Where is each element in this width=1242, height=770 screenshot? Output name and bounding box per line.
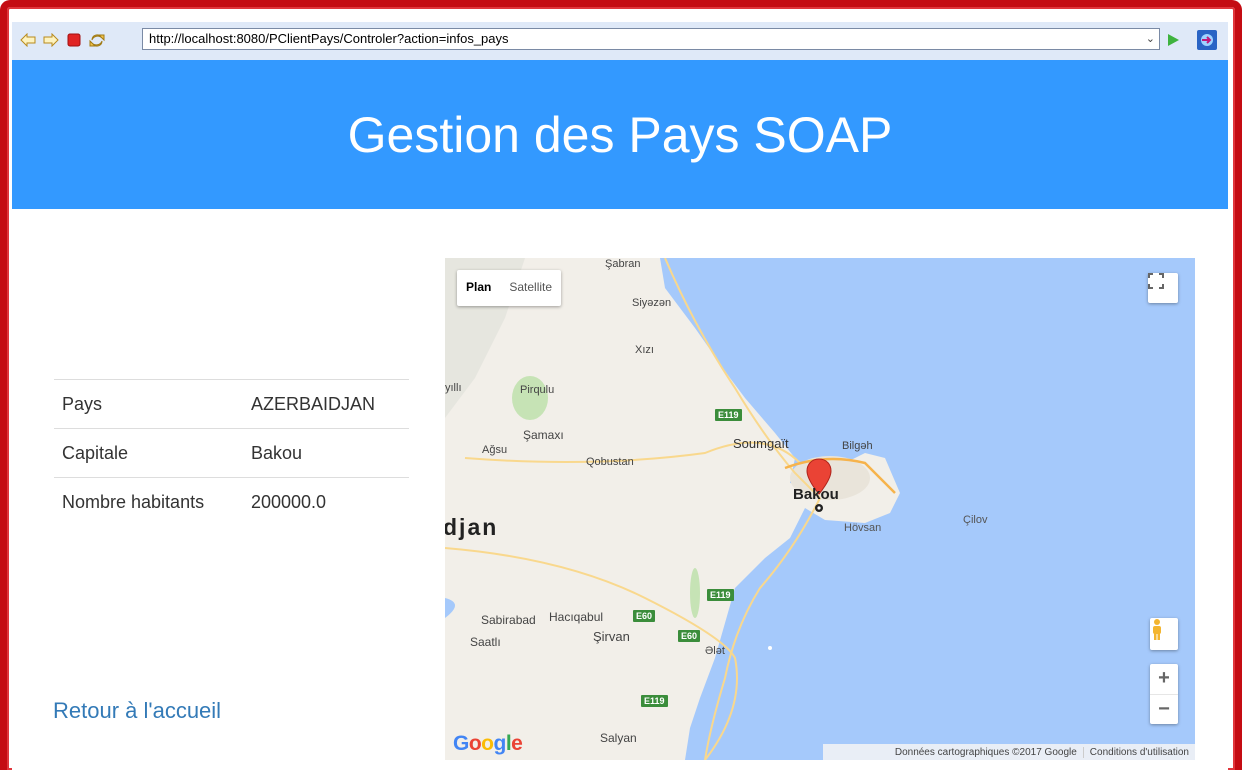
row-value: 200000.0 (240, 477, 409, 526)
map-type-control[interactable]: Plan Satellite (457, 270, 562, 306)
forward-button[interactable] (42, 31, 60, 49)
map-label: Çilov (963, 514, 988, 526)
map-label: Pirqulu (520, 384, 555, 396)
road-badge: E60 (633, 610, 656, 622)
stop-icon (67, 33, 81, 47)
road-badge: E119 (715, 409, 742, 421)
map-attribution: Données cartographiques ©2017 Google Con… (823, 744, 1195, 760)
map-label: Qobustan (586, 456, 634, 468)
island (768, 646, 772, 650)
map-label: Saatlı (470, 635, 501, 649)
map-label: Şirvan (593, 629, 630, 644)
map-label: Bilgəh (842, 440, 873, 452)
map-label: Sabirabad (481, 613, 536, 627)
row-value: AZERBAIDJAN (240, 379, 409, 429)
table-row: Pays AZERBAIDJAN (54, 379, 409, 429)
url-field[interactable]: http://localhost:8080/PClientPays/Contro… (142, 28, 1160, 50)
map-label: Hövsan (844, 522, 882, 534)
zoom-in-button[interactable]: + (1150, 664, 1178, 695)
map[interactable]: Plan Satellite + − Şabran Siyəzən Xızı P… (445, 258, 1195, 760)
road-badge: E119 (707, 589, 734, 601)
map-label: Bakou (793, 486, 839, 503)
zoom-control: + − (1150, 664, 1178, 724)
map-label: Hacıqabul (549, 610, 604, 624)
row-label: Nombre habitants (54, 477, 241, 526)
external-browser-icon (1201, 34, 1213, 46)
map-label: yıllı (445, 382, 462, 394)
zoom-out-button[interactable]: − (1150, 695, 1178, 725)
road-badge: E60 (678, 630, 701, 642)
map-label: Soumgaït (733, 436, 789, 451)
chevron-down-icon[interactable]: ⌄ (1146, 29, 1155, 49)
forward-arrow-icon (43, 33, 59, 47)
attribution-text: Données cartographiques ©2017 Google (894, 746, 1077, 758)
row-label: Pays (54, 379, 241, 429)
map-label: Ağsu (482, 444, 508, 456)
map-label: Siyəzən (632, 297, 672, 309)
table-row: Capitale Bakou (54, 428, 409, 478)
table-row: Nombre habitants 200000.0 (54, 477, 409, 526)
terms-link[interactable]: Conditions d'utilisation (1082, 746, 1189, 758)
go-button[interactable] (1164, 31, 1182, 49)
park-area (512, 376, 548, 420)
stop-button[interactable] (65, 31, 83, 49)
map-label: Şamaxı (523, 428, 564, 442)
refresh-icon (89, 34, 105, 47)
google-logo: Google (453, 732, 523, 755)
browser-toolbar: http://localhost:8080/PClientPays/Contro… (12, 22, 1228, 61)
map-label: Ələt (705, 645, 725, 657)
refresh-button[interactable] (88, 31, 106, 49)
map-type-plan[interactable]: Plan (457, 270, 500, 306)
map-label: Şabran (605, 258, 641, 270)
fullscreen-icon (1148, 273, 1164, 289)
page-header: Gestion des Pays SOAP (12, 60, 1228, 209)
back-arrow-icon (20, 33, 36, 47)
map-label: Salyan (600, 731, 637, 745)
park-area (690, 568, 700, 618)
url-text: http://localhost:8080/PClientPays/Contro… (149, 31, 509, 46)
street-view-button[interactable] (1150, 618, 1178, 650)
back-button[interactable] (19, 31, 37, 49)
country-info-table: Pays AZERBAIDJAN Capitale Bakou Nombre h… (54, 379, 409, 526)
home-link[interactable]: Retour à l'accueil (53, 698, 221, 724)
map-label: djan (445, 514, 499, 540)
map-type-satellite[interactable]: Satellite (500, 270, 561, 306)
page-title: Gestion des Pays SOAP (347, 106, 893, 163)
row-label: Capitale (54, 428, 241, 478)
play-icon (1168, 34, 1179, 46)
fullscreen-button[interactable] (1148, 273, 1178, 303)
pegman-icon (1153, 619, 1161, 640)
map-label: Xızı (635, 344, 654, 356)
row-value: Bakou (240, 428, 409, 478)
external-browser-button[interactable] (1197, 30, 1217, 50)
road-badge: E119 (641, 695, 668, 707)
